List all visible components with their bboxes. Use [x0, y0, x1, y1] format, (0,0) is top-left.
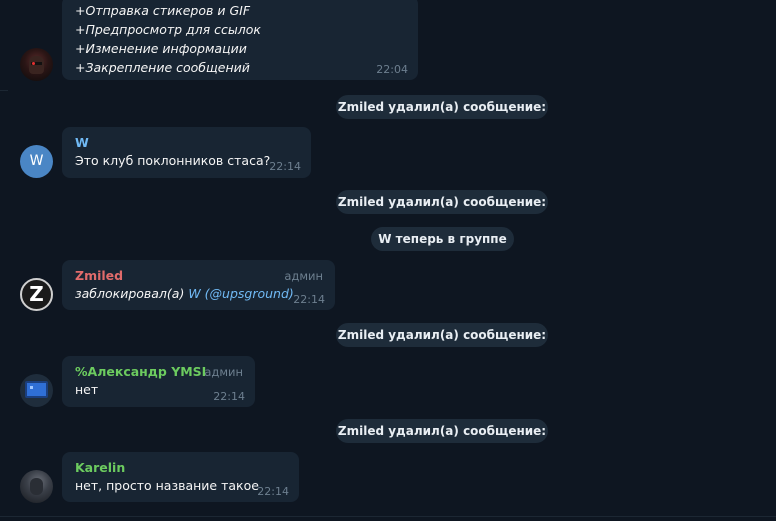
avatar-terminator[interactable]: [20, 48, 53, 81]
avatar-alexander[interactable]: [20, 374, 53, 407]
avatar-image-icon: [30, 478, 43, 495]
service-message-deleted: Zmiled удалил(а) сообщение:: [336, 419, 548, 443]
user-link[interactable]: W: [188, 286, 200, 301]
sender-name[interactable]: Karelin: [75, 460, 286, 476]
message-time: 22:14: [213, 390, 245, 403]
message-bubble-zmiled[interactable]: Zmiled админ заблокировал(а) W (@upsgrou…: [62, 260, 335, 310]
message-time: 22:14: [293, 293, 325, 306]
message-text: Это клуб поклонников стаса?: [75, 153, 271, 168]
avatar-zmiled[interactable]: Z: [20, 278, 53, 311]
divider: [0, 90, 8, 91]
monitor-icon: [25, 381, 48, 398]
message-bubble-alexander[interactable]: %Александр YMSI админ нет 22:14: [62, 356, 255, 407]
message-text: заблокировал(а) W (@upsground): [75, 284, 322, 303]
message-time: 22:04: [376, 63, 408, 76]
avatar-letter: Z: [29, 282, 44, 306]
message-bubble-rules[interactable]: +Отправка стикеров и GIF +Предпросмотр д…: [62, 0, 418, 80]
message-line: +Отправка стикеров и GIF: [75, 3, 251, 18]
message-line: +Закрепление сообщений: [75, 60, 250, 75]
service-message-joined: W теперь в группе: [371, 227, 514, 251]
message-bubble-w[interactable]: W Это клуб поклонников стаса? 22:14: [62, 127, 311, 178]
admin-badge: админ: [284, 269, 323, 283]
message-text: нет, просто название такое: [75, 478, 259, 493]
avatar-karelin[interactable]: [20, 470, 53, 503]
avatar-letter: W: [29, 153, 44, 169]
service-message-deleted: Zmiled удалил(а) сообщение:: [336, 190, 548, 214]
sender-name[interactable]: W: [75, 135, 298, 151]
avatar-w[interactable]: W: [20, 145, 53, 178]
message-bubble-karelin[interactable]: Karelin нет, просто название такое 22:14: [62, 452, 299, 502]
message-time: 22:14: [257, 485, 289, 498]
message-time: 22:14: [269, 160, 301, 173]
divider: [0, 516, 776, 517]
message-line: +Предпросмотр для ссылок: [75, 22, 261, 37]
message-line: +Изменение информации: [75, 41, 247, 56]
service-message-deleted: Zmiled удалил(а) сообщение:: [336, 95, 548, 119]
user-handle-link[interactable]: (@upsground): [205, 286, 294, 301]
service-message-deleted: Zmiled удалил(а) сообщение:: [336, 323, 548, 347]
message-text-prefix: заблокировал(а): [75, 286, 189, 301]
avatar-image-icon: [29, 56, 44, 74]
admin-badge: админ: [204, 365, 243, 379]
